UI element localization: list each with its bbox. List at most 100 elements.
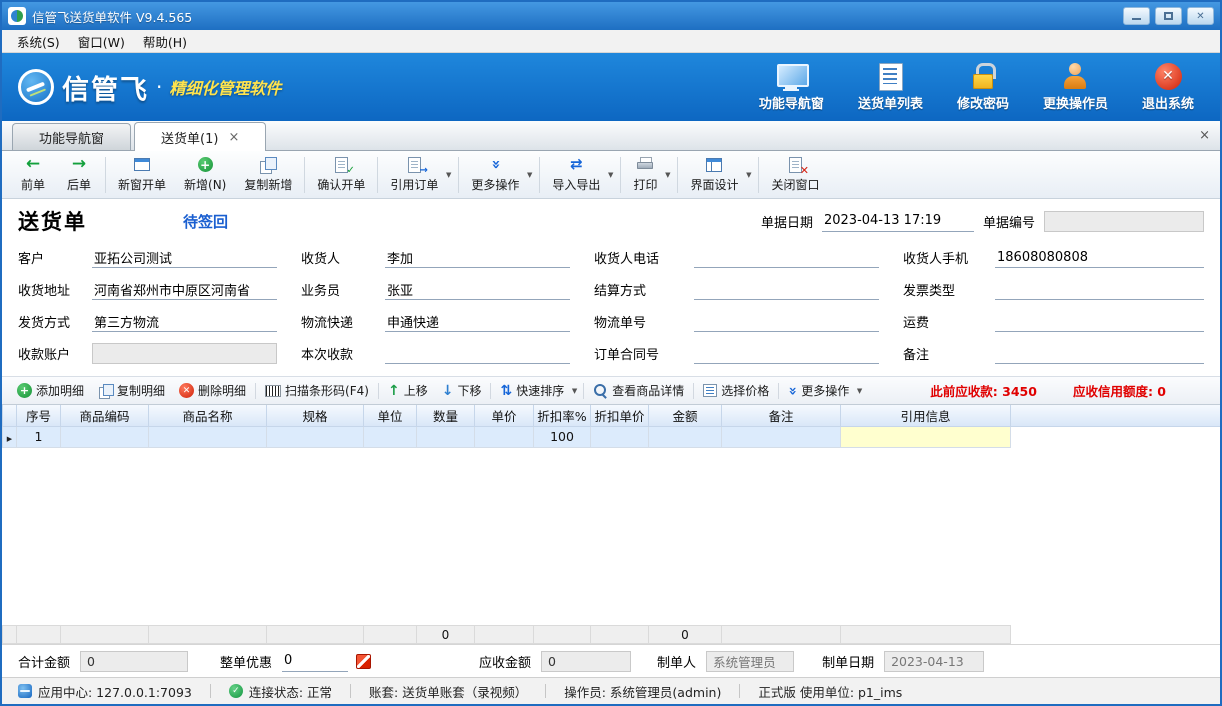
footer-unit-cell [364,626,417,644]
arrow-icon: → [420,166,428,176]
tab-delivery-note[interactable]: 送货单(1) × [134,122,266,151]
table-row[interactable]: ▶ 1 100 [3,426,1221,447]
import-export-icon: ⇄ [568,156,585,173]
cell-discount-rate[interactable]: 100 [534,426,591,447]
minimize-button[interactable] [1123,7,1150,25]
payment-account-field [92,343,277,364]
cell-product-code[interactable] [61,426,149,447]
col-qty[interactable]: 数量 [417,405,475,426]
logistics-express-field[interactable] [385,311,570,332]
prev-doc-button[interactable]: ← 前单 [10,152,56,197]
cell-unit[interactable] [364,426,417,447]
exit-system-button[interactable]: ✕ 退出系统 [1142,63,1194,112]
col-index[interactable]: 序号 [17,405,61,426]
scan-barcode-button[interactable]: 扫描条形码(F4) [258,380,376,402]
col-discount-rate[interactable]: 折扣率% [534,405,591,426]
menu-window[interactable]: 窗口(W) [69,30,134,53]
menu-help[interactable]: 帮助(H) [134,30,196,53]
move-down-button[interactable]: ↓ 下移 [435,380,489,402]
switch-operator-button[interactable]: 更换操作员 [1043,63,1108,112]
shipping-method-field[interactable] [92,311,277,332]
confirm-order-button[interactable]: ✓ 确认开单 [308,152,374,197]
field-label-salesman: 业务员 [301,280,385,299]
add-new-button[interactable]: + 新增(N) [175,152,235,197]
total-amount-label: 合计金额 [18,652,70,671]
dropdown-caret-icon: ▼ [857,387,862,395]
cell-amount[interactable] [649,426,722,447]
button-label: 上移 [404,382,428,399]
reference-order-button[interactable]: → 引用订单 ▼ [381,152,455,197]
salesman-field[interactable] [385,279,570,300]
invoice-type-field[interactable] [995,279,1204,300]
button-label: 导入导出 [552,176,600,193]
customer-field[interactable] [92,247,277,268]
field-label-consignee: 收货人 [301,248,385,267]
col-ref-info[interactable]: 引用信息 [841,405,1011,426]
view-product-detail-button[interactable]: 查看商品详情 [586,380,691,402]
close-button[interactable]: ✕ [1187,7,1214,25]
credit-limit-info: 应收信用额度: 0 [1073,381,1166,400]
move-up-button[interactable]: ↑ 上移 [381,380,435,402]
cell-spec[interactable] [267,426,364,447]
tab-nav-window[interactable]: 功能导航窗 [12,123,131,150]
detail-more-actions-button[interactable]: » 更多操作 ▼ [781,380,866,402]
order-discount-field[interactable] [282,651,348,672]
app-window: 信管飞送货单软件 V9.4.565 ✕ 系统(S) 窗口(W) 帮助(H) 信管… [0,0,1222,706]
change-password-button[interactable]: 修改密码 [957,63,1009,112]
doc-date-field[interactable] [822,211,974,232]
menu-system[interactable]: 系统(S) [8,30,69,53]
col-remark[interactable]: 备注 [722,405,841,426]
select-price-button[interactable]: 选择价格 [696,380,776,402]
cell-ref-info[interactable] [841,426,1011,447]
col-unit[interactable]: 单位 [364,405,417,426]
delete-detail-button[interactable]: ✕ 删除明细 [172,380,253,402]
logistics-no-field[interactable] [694,311,879,332]
brand-slogan: 精细化管理软件 [169,75,281,99]
consignee-field[interactable] [385,247,570,268]
maximize-button[interactable] [1155,7,1182,25]
freight-field[interactable] [995,311,1204,332]
col-amount[interactable]: 金额 [649,405,722,426]
tabbar-close-icon[interactable]: × [1199,128,1210,143]
ui-design-button[interactable]: 界面设计 ▼ [681,152,755,197]
import-export-button[interactable]: ⇄ 导入导出 ▼ [543,152,617,197]
col-spec[interactable]: 规格 [267,405,364,426]
cell-price[interactable] [475,426,534,447]
copy-detail-button[interactable]: 复制明细 [91,380,172,402]
settlement-field[interactable] [694,279,879,300]
cell-qty[interactable] [417,426,475,447]
banner-action-label: 更换操作员 [1043,93,1108,112]
col-discount-price[interactable]: 折扣单价 [591,405,649,426]
field-label-freight: 运费 [903,312,995,331]
order-discount-label: 整单优惠 [220,652,272,671]
col-product-code[interactable]: 商品编码 [61,405,149,426]
address-field[interactable] [92,279,277,300]
consignee-mobile-field[interactable] [995,247,1204,268]
current-payment-field[interactable] [385,343,570,364]
next-doc-button[interactable]: → 后单 [56,152,102,197]
new-window-order-button[interactable]: 新窗开单 [109,152,175,197]
delivery-list-button[interactable]: 送货单列表 [858,63,923,112]
add-detail-button[interactable]: + 添加明细 [10,380,91,402]
doc-date-label: 单据日期 [761,212,813,231]
nav-window-button[interactable]: 功能导航窗 [759,63,824,112]
cell-remark[interactable] [722,426,841,447]
consignee-phone-field[interactable] [694,247,879,268]
more-actions-button[interactable]: » 更多操作 ▼ [462,152,536,197]
cell-discount-price[interactable] [591,426,649,447]
dropdown-caret-icon: ▼ [572,387,577,395]
col-price[interactable]: 单价 [475,405,534,426]
remark-field[interactable] [995,343,1204,364]
discount-icon[interactable] [356,654,371,669]
order-contract-field[interactable] [694,343,879,364]
button-label: 查看商品详情 [612,382,684,399]
footer-index-cell [17,626,61,644]
tab-close-icon[interactable]: × [228,130,239,145]
close-window-button[interactable]: ✕ 关闭窗口 [762,152,828,197]
copy-new-button[interactable]: 复制新增 [235,152,301,197]
quick-sort-button[interactable]: ⇅ 快速排序 ▼ [493,380,581,402]
cell-product-name[interactable] [149,426,267,447]
col-product-name[interactable]: 商品名称 [149,405,267,426]
print-button[interactable]: 打印 ▼ [624,152,674,197]
cell-index[interactable]: 1 [17,426,61,447]
